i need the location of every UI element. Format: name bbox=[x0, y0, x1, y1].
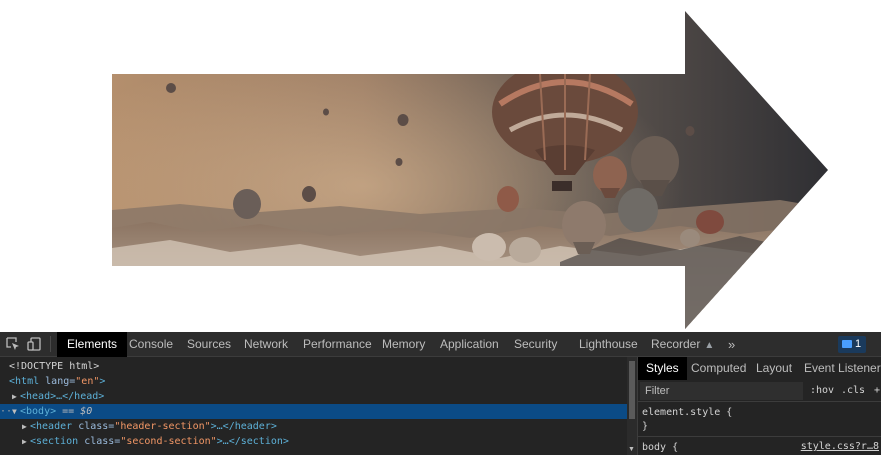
hero-arrow-image bbox=[112, 11, 828, 329]
header-end: >…</header> bbox=[210, 421, 277, 432]
rule-divider bbox=[638, 436, 881, 437]
hov-toggle[interactable]: :hov bbox=[810, 380, 834, 402]
head-element: <head>…</head> bbox=[20, 391, 105, 402]
more-tabs-button[interactable]: » bbox=[728, 332, 735, 357]
styles-filter-input[interactable]: Filter bbox=[640, 382, 803, 400]
body-rule-source-link[interactable]: style.css?r…8 bbox=[801, 441, 879, 452]
element-style-rule[interactable]: element.style { bbox=[642, 406, 732, 420]
device-toolbar-icon[interactable] bbox=[27, 336, 43, 352]
tab-application[interactable]: Application bbox=[440, 332, 499, 357]
issues-badge[interactable]: 1 bbox=[838, 336, 866, 353]
body-element: <body> bbox=[20, 406, 57, 417]
inspect-element-icon[interactable] bbox=[5, 336, 21, 352]
element-style-close: } bbox=[642, 421, 649, 432]
section-tag: <section bbox=[30, 436, 79, 447]
dom-line-body[interactable]: ··· ▼ <body> == $0 bbox=[0, 404, 637, 419]
tab-console[interactable]: Console bbox=[129, 332, 173, 357]
tab-memory[interactable]: Memory bbox=[382, 332, 425, 357]
styles-pane: Styles Computed Layout Event Listeners F… bbox=[637, 357, 881, 455]
tab-event-listeners[interactable]: Event Listeners bbox=[804, 357, 881, 380]
tab-network[interactable]: Network bbox=[244, 332, 288, 357]
section-end: >…</section> bbox=[216, 436, 289, 447]
filter-row: Filter :hov .cls + bbox=[638, 380, 881, 402]
issues-count: 1 bbox=[855, 338, 862, 350]
header-attr: class= bbox=[78, 421, 115, 432]
expand-triangle-icon[interactable]: ▶ bbox=[22, 434, 27, 449]
tab-computed[interactable]: Computed bbox=[691, 357, 746, 380]
html-tag: html bbox=[15, 376, 40, 387]
tab-lighthouse[interactable]: Lighthouse bbox=[579, 332, 638, 357]
tab-styles[interactable]: Styles bbox=[638, 357, 687, 380]
tab-layout[interactable]: Layout bbox=[756, 357, 792, 380]
dom-tree: <!DOCTYPE html> <html lang="en"> ▶ <head… bbox=[0, 357, 637, 455]
tab-sources[interactable]: Sources bbox=[187, 332, 231, 357]
doctype-text: <!DOCTYPE html> bbox=[9, 361, 100, 372]
new-rule-button[interactable]: + bbox=[874, 380, 880, 402]
cls-toggle[interactable]: .cls bbox=[841, 380, 865, 402]
dom-line-header[interactable]: ▶ <header class="header-section">…</head… bbox=[0, 419, 637, 434]
expand-triangle-icon[interactable]: ▶ bbox=[22, 419, 27, 434]
section-attr-value: "second-section" bbox=[120, 436, 217, 447]
tab-recorder[interactable]: Recorder ▲ bbox=[651, 332, 714, 357]
message-icon bbox=[842, 340, 852, 348]
section-attr: class= bbox=[84, 436, 121, 447]
element-style-selector: element.style { bbox=[642, 407, 733, 418]
tab-security[interactable]: Security bbox=[514, 332, 557, 357]
flask-icon: ▲ bbox=[704, 340, 715, 351]
toolbar-separator bbox=[50, 336, 51, 352]
dom-line-head[interactable]: ▶ <head>…</head> bbox=[0, 389, 637, 404]
scroll-down-icon[interactable]: ▼ bbox=[628, 446, 635, 453]
devtools-panel: Elements Console Sources Network Perform… bbox=[0, 332, 881, 455]
dom-line-doctype[interactable]: <!DOCTYPE html> bbox=[0, 359, 637, 374]
dom-scrollbar[interactable]: ▼ bbox=[627, 357, 637, 455]
html-attr: lang bbox=[45, 376, 70, 387]
page-viewport bbox=[0, 0, 881, 332]
devtools-toolbar: Elements Console Sources Network Perform… bbox=[0, 332, 881, 357]
collapse-triangle-icon[interactable]: ▼ bbox=[12, 404, 17, 419]
dom-line-section[interactable]: ▶ <section class="second-section">…</sec… bbox=[0, 434, 637, 449]
expand-triangle-icon[interactable]: ▶ bbox=[12, 389, 17, 404]
html-attr-value: "en" bbox=[75, 376, 100, 387]
header-attr-value: "header-section" bbox=[114, 421, 211, 432]
dom-line-html[interactable]: <html lang="en"> bbox=[0, 374, 637, 389]
header-tag: <header bbox=[30, 421, 73, 432]
tab-elements[interactable]: Elements bbox=[57, 332, 128, 357]
selected-ref: == $0 bbox=[62, 406, 93, 417]
tab-performance[interactable]: Performance bbox=[303, 332, 372, 357]
scrollbar-thumb[interactable] bbox=[629, 361, 635, 419]
body-rule-selector[interactable]: body { bbox=[642, 441, 678, 455]
tab-recorder-label: Recorder bbox=[651, 337, 701, 351]
